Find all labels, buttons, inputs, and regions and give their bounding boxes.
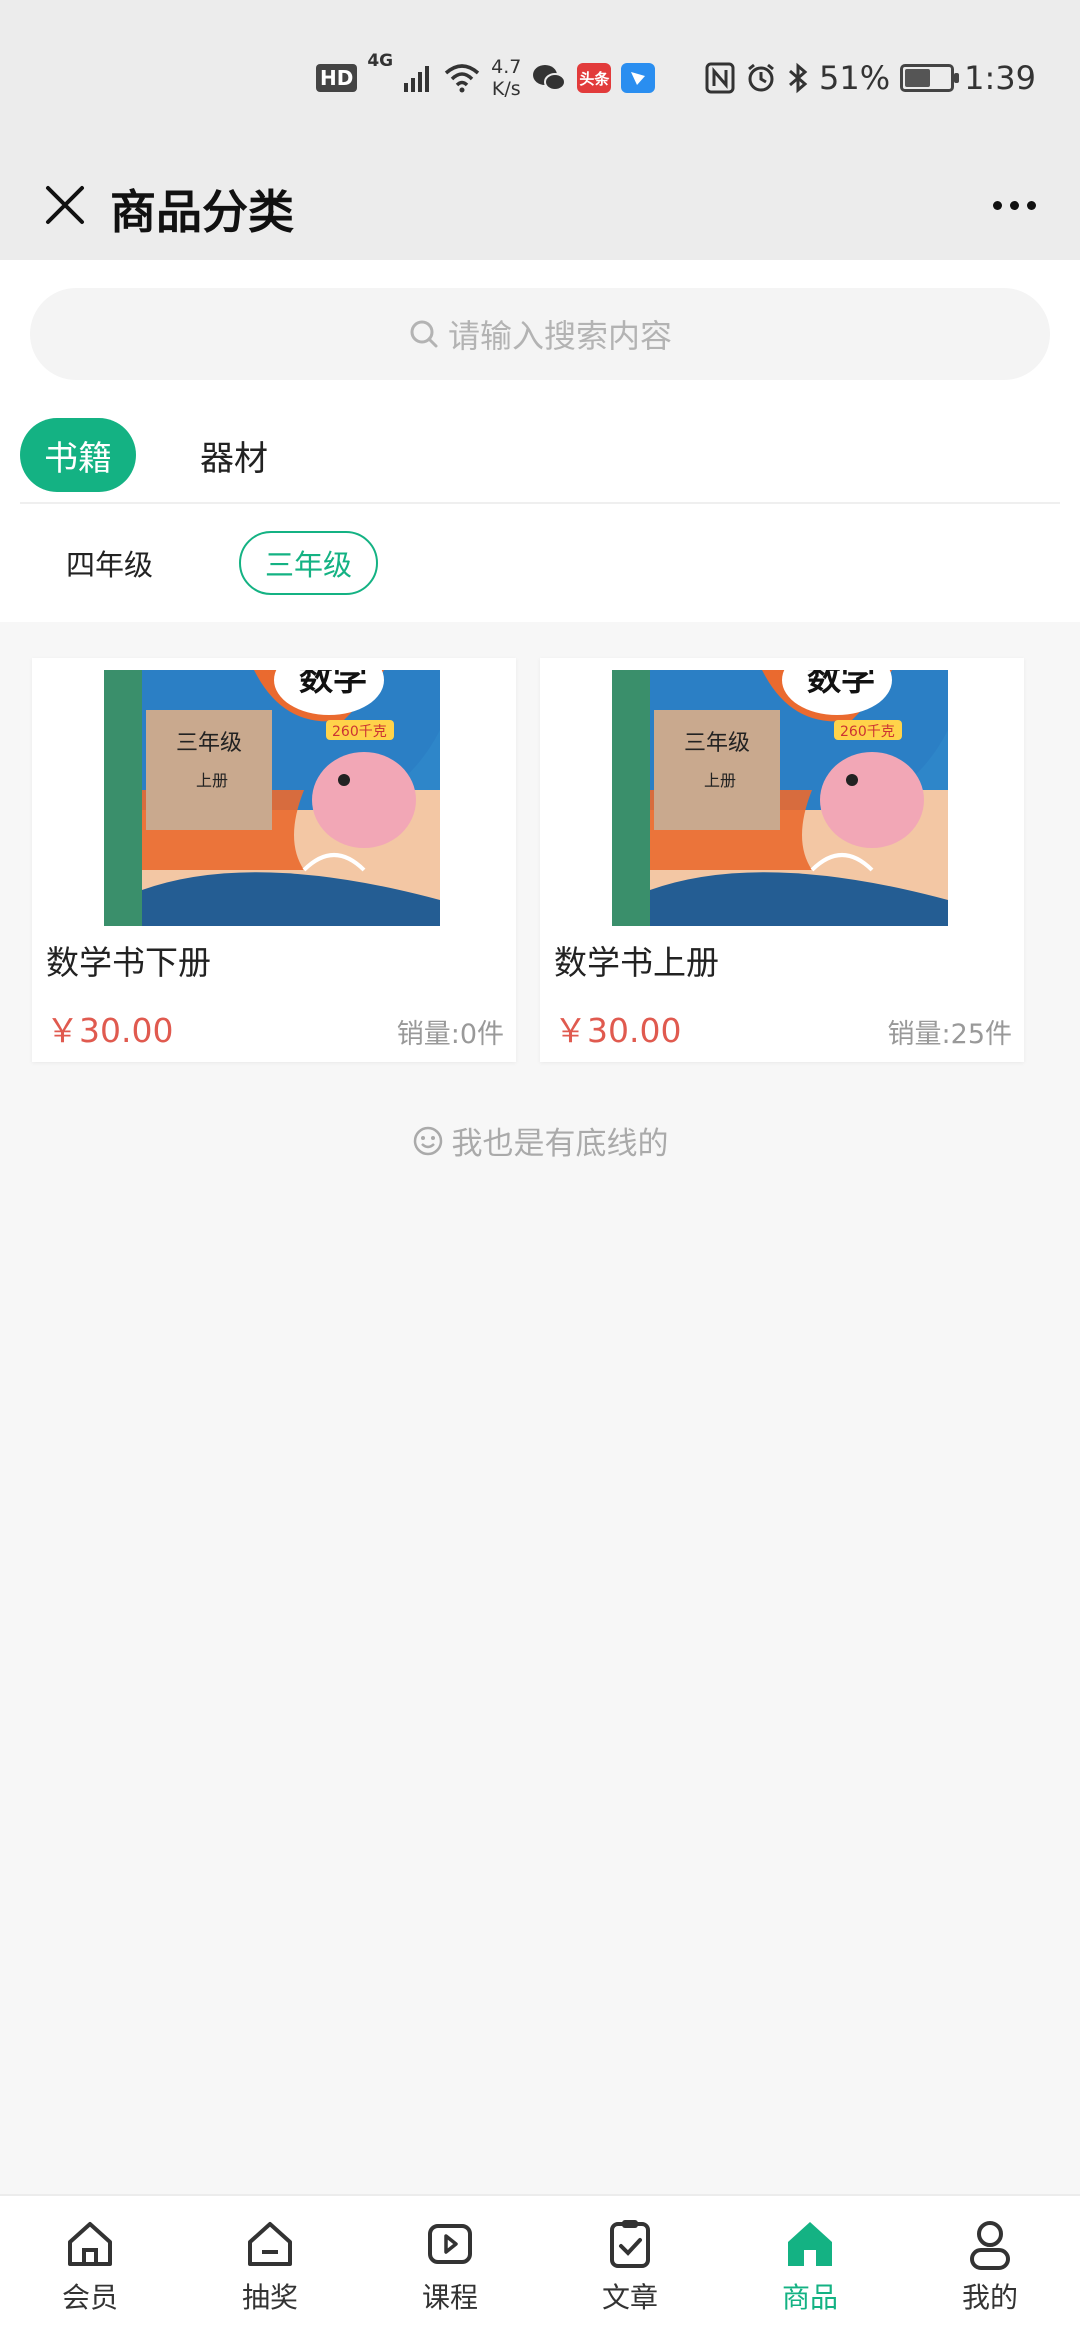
- tab-books[interactable]: 书籍: [20, 418, 136, 492]
- tab-grade-four[interactable]: 四年级: [40, 531, 179, 595]
- product-price: ￥30.00: [554, 1011, 682, 1050]
- bluetooth-icon: [789, 62, 808, 94]
- search-placeholder: 请输入搜索内容: [447, 317, 672, 355]
- page-title: 商品分类: [110, 185, 294, 239]
- tab-label: 文章: [601, 2281, 658, 2314]
- book-cover-image: 数学 三年级 上册 260千克: [612, 670, 948, 926]
- tab-label: 抽奖: [241, 2281, 298, 2314]
- home-filled-icon: [788, 2222, 832, 2266]
- play-icon: [428, 2224, 472, 2264]
- status-bar: HD 4G 4.7 K/s 头条 51% 1:39: [0, 0, 1080, 150]
- end-of-list-text: 我也是有底线的: [451, 1126, 669, 1162]
- category-tabs: 书籍 器材: [20, 418, 332, 492]
- product-sales: 销量:0件: [396, 1019, 504, 1050]
- tab-label: 我的: [961, 2281, 1018, 2314]
- nfc-icon: [705, 62, 735, 94]
- clock: 1:39: [964, 59, 1036, 97]
- product-card[interactable]: 数学 三年级 上册 260千克 数学书下册 ￥30.00 销量:0件: [32, 658, 516, 1062]
- product-name: 数学书上册: [554, 943, 719, 982]
- product-card[interactable]: 数学 三年级 上册 260千克 数学书上册 ￥30.00 销量:25件: [540, 658, 1024, 1062]
- divider: [20, 502, 1060, 504]
- product-name: 数学书下册: [46, 943, 211, 982]
- product-grid: 数学 三年级 上册 260千克 数学书下册 ￥30.00 销量:0件 数学 三年…: [32, 658, 1052, 1062]
- tab-grade-three[interactable]: 三年级: [239, 531, 379, 595]
- clipboard-check-icon: [610, 2220, 650, 2268]
- close-button[interactable]: [30, 170, 100, 240]
- tab-lottery[interactable]: 抽奖: [180, 2196, 360, 2340]
- more-button[interactable]: [974, 170, 1054, 240]
- status-left: HD 4G 4.7 K/s 头条: [316, 50, 656, 106]
- close-icon: [46, 186, 84, 224]
- svg-text:260千克: 260千克: [840, 724, 895, 740]
- grade-tabs: 四年级 三年级: [40, 530, 379, 596]
- search-icon: [410, 320, 438, 348]
- toutiao-icon: 头条: [577, 63, 612, 93]
- tab-label: 会员: [61, 2281, 118, 2314]
- battery-percent: 51%: [819, 59, 891, 97]
- home-outline-icon: [68, 2222, 112, 2266]
- feishu-icon: [621, 63, 656, 93]
- bottom-tab-bar: 会员 抽奖 课程 文章 商品 我的: [0, 2194, 1080, 2340]
- signal-icon: [404, 66, 430, 92]
- product-price: ￥30.00: [46, 1011, 174, 1050]
- svg-text:上册: 上册: [196, 771, 228, 790]
- svg-text:三年级: 三年级: [176, 731, 242, 756]
- user-icon: [970, 2221, 1010, 2270]
- tab-mine[interactable]: 我的: [900, 2196, 1080, 2340]
- svg-text:260千克: 260千克: [332, 724, 387, 740]
- tab-label: 课程: [421, 2281, 478, 2314]
- svg-text:上册: 上册: [704, 771, 736, 790]
- battery-icon: [900, 64, 960, 92]
- wechat-icon: [533, 65, 567, 91]
- tab-course[interactable]: 课程: [360, 2196, 540, 2340]
- network-type: 4G: [367, 51, 394, 71]
- svg-text:数学: 数学: [807, 670, 875, 699]
- smile-icon: [413, 1126, 442, 1155]
- alarm-icon: [748, 63, 774, 92]
- tab-article[interactable]: 文章: [540, 2196, 720, 2340]
- tab-equipment[interactable]: 器材: [176, 418, 292, 492]
- filter-panel: 请输入搜索内容 书籍 器材 四年级 三年级: [0, 260, 1080, 622]
- status-right: 51% 1:39: [705, 50, 1036, 106]
- svg-text:三年级: 三年级: [684, 731, 750, 756]
- tab-products[interactable]: 商品: [720, 2196, 900, 2340]
- nav-bar: 商品分类: [0, 150, 1080, 260]
- search-input[interactable]: 请输入搜索内容: [30, 288, 1050, 380]
- tab-label: 商品: [781, 2281, 838, 2314]
- end-of-list: 我也是有底线的: [0, 1118, 1080, 1163]
- product-sales: 销量:25件: [887, 1019, 1012, 1050]
- hd-badge: HD: [316, 64, 358, 92]
- tab-member[interactable]: 会员: [0, 2196, 180, 2340]
- book-cover-image: 数学 三年级 上册 260千克: [104, 670, 440, 926]
- wifi-icon: [444, 64, 480, 93]
- net-speed: 4.7 K/s: [491, 56, 522, 100]
- lottery-icon: [248, 2222, 292, 2266]
- more-icon: [992, 200, 1002, 210]
- svg-text:数学: 数学: [299, 670, 367, 699]
